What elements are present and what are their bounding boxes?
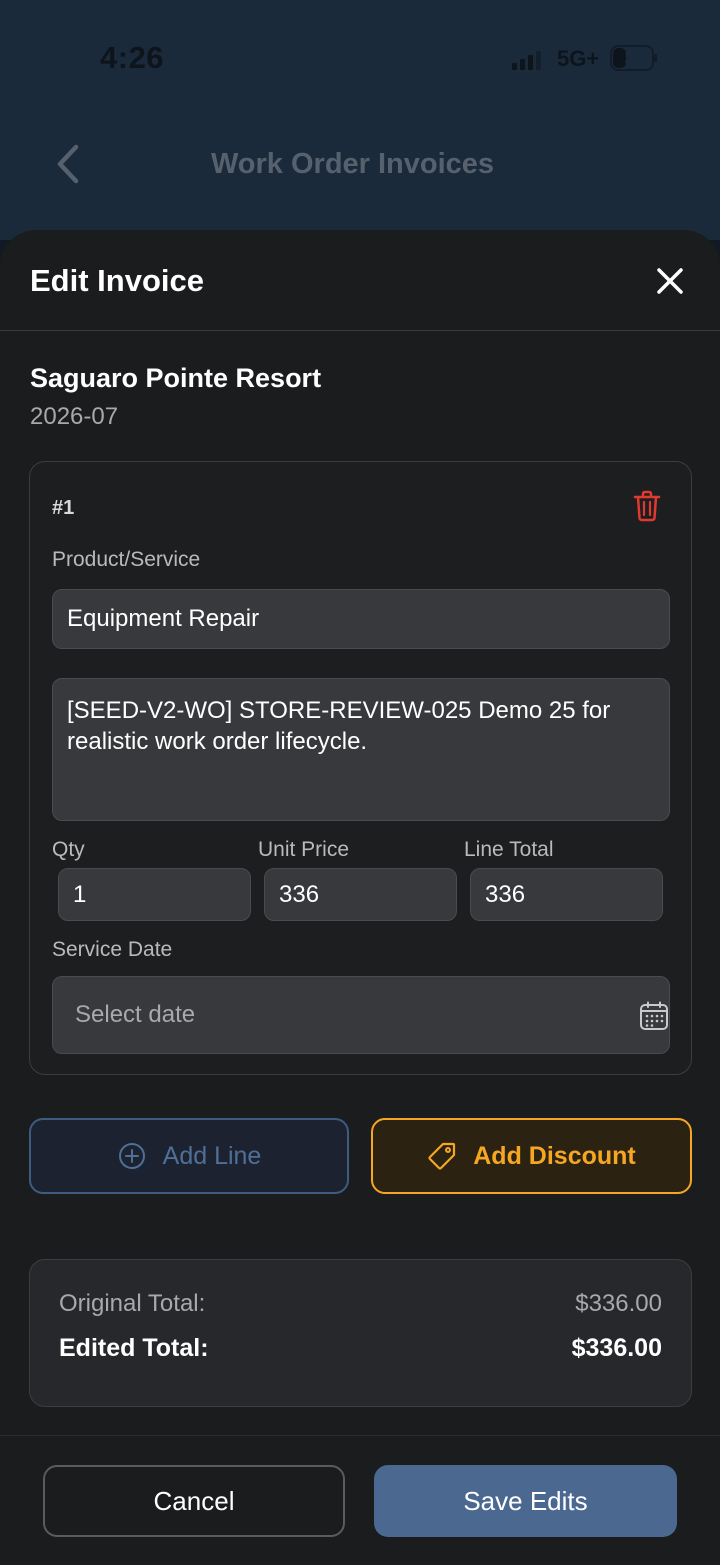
sheet-header: Edit Invoice xyxy=(0,230,720,331)
save-edits-button[interactable]: Save Edits xyxy=(374,1465,677,1537)
add-line-button[interactable]: Add Line xyxy=(29,1118,349,1194)
line-item-number: #1 xyxy=(52,497,75,519)
qty-input[interactable]: 1 xyxy=(58,868,251,921)
original-total-label: Original Total: xyxy=(59,1290,206,1317)
edited-total-row: Edited Total: $336.00 xyxy=(59,1334,662,1363)
line-total-label: Line Total xyxy=(464,838,554,861)
add-discount-label: Add Discount xyxy=(473,1141,636,1170)
calendar-icon xyxy=(640,1001,668,1030)
plus-circle-icon xyxy=(118,1143,145,1169)
signal-icon xyxy=(512,51,541,70)
qty-value: 1 xyxy=(73,880,87,908)
product-service-value: Equipment Repair xyxy=(67,605,260,632)
product-service-input[interactable]: Equipment Repair xyxy=(52,589,670,649)
invoice-period: 2026-07 xyxy=(30,403,119,430)
sheet-footer: Cancel Save Edits xyxy=(0,1435,720,1565)
line-item-card: #1 Product/Service Equipment Repair [SEE… xyxy=(29,461,692,1075)
status-bar: 4:26 5G+ 25 xyxy=(0,0,720,110)
customer-name: Saguaro Pointe Resort xyxy=(30,363,322,393)
status-time: 4:26 xyxy=(100,40,165,75)
description-textarea[interactable]: [SEED-V2-WO] STORE-REVIEW-025 Demo 25 fo… xyxy=(52,678,670,821)
qty-label: Qty xyxy=(52,838,85,861)
line-total-value: 336 xyxy=(485,880,526,908)
unit-price-input[interactable]: 336 xyxy=(264,868,457,921)
line-total-input[interactable]: 336 xyxy=(470,868,663,921)
close-icon[interactable] xyxy=(652,263,688,299)
tag-icon xyxy=(428,1142,456,1170)
add-discount-button[interactable]: Add Discount xyxy=(371,1118,692,1194)
cancel-button[interactable]: Cancel xyxy=(43,1465,345,1537)
background-app: 4:26 5G+ 25 Work Order Invoices xyxy=(0,0,720,240)
add-line-label: Add Line xyxy=(162,1141,262,1170)
network-type: 5G+ xyxy=(557,46,600,71)
product-service-label: Product/Service xyxy=(52,548,201,571)
unit-price-value: 336 xyxy=(279,880,320,908)
edited-total-value: $336.00 xyxy=(571,1334,662,1362)
description-value: [SEED-V2-WO] STORE-REVIEW-025 Demo 25 fo… xyxy=(67,697,611,755)
edit-invoice-sheet: Edit Invoice Saguaro Pointe Resort 2026-… xyxy=(0,230,720,1565)
original-total-row: Original Total: $336.00 xyxy=(59,1290,662,1318)
service-date-label: Service Date xyxy=(52,938,173,961)
unit-price-label: Unit Price xyxy=(258,838,350,861)
totals-card: Original Total: $336.00 Edited Total: $3… xyxy=(29,1259,692,1407)
trash-icon[interactable] xyxy=(632,490,662,522)
service-date-placeholder: Select date xyxy=(75,1001,196,1028)
battery-level: 25 xyxy=(624,48,644,67)
nav-title: Work Order Invoices xyxy=(210,148,495,180)
sheet-title: Edit Invoice xyxy=(30,263,204,298)
service-date-picker[interactable]: Select date xyxy=(52,976,670,1054)
original-total-value: $336.00 xyxy=(575,1290,662,1317)
edited-total-label: Edited Total: xyxy=(59,1334,209,1362)
